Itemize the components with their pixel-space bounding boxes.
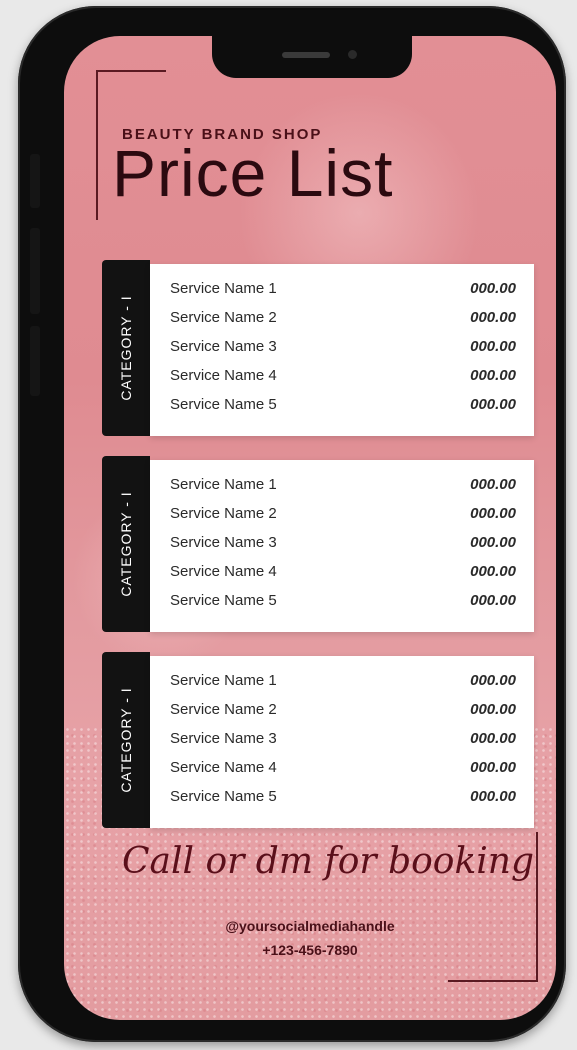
service-price: 000.00: [470, 563, 516, 580]
service-row: Service Name 1 000.00: [170, 672, 516, 698]
service-name: Service Name 3: [170, 730, 277, 747]
service-price: 000.00: [470, 280, 516, 297]
service-row: Service Name 5 000.00: [170, 396, 516, 422]
service-name: Service Name 5: [170, 396, 277, 413]
service-price: 000.00: [470, 701, 516, 718]
service-row: Service Name 3 000.00: [170, 730, 516, 756]
service-price: 000.00: [470, 730, 516, 747]
service-card: Service Name 1 000.00 Service Name 2 000…: [150, 460, 534, 632]
service-price: 000.00: [470, 534, 516, 551]
booking-call-to-action: Call or dm for booking: [122, 841, 535, 882]
page-title: Price List: [112, 136, 394, 210]
service-price: 000.00: [470, 476, 516, 493]
service-name: Service Name 4: [170, 367, 277, 384]
service-row: Service Name 4 000.00: [170, 367, 516, 393]
frame-line-top-left: [96, 70, 166, 72]
service-price: 000.00: [470, 759, 516, 776]
service-row: Service Name 3 000.00: [170, 534, 516, 560]
service-row: Service Name 1 000.00: [170, 280, 516, 306]
frame-line-bottom-right: [448, 980, 538, 982]
service-name: Service Name 2: [170, 701, 277, 718]
category-tab: CATEGORY - I: [102, 456, 150, 632]
service-name: Service Name 5: [170, 788, 277, 805]
service-name: Service Name 4: [170, 563, 277, 580]
phone-number[interactable]: +123-456-7890: [64, 942, 556, 958]
service-name: Service Name 1: [170, 672, 277, 689]
service-row: Service Name 4 000.00: [170, 563, 516, 589]
phone-frame: BEAUTY BRAND SHOP Price List CATEGORY - …: [18, 6, 566, 1042]
category-block-2: CATEGORY - I Service Name 1 000.00 Servi…: [102, 456, 534, 632]
service-name: Service Name 2: [170, 309, 277, 326]
phone-screen: BEAUTY BRAND SHOP Price List CATEGORY - …: [64, 36, 556, 1020]
service-row: Service Name 2 000.00: [170, 309, 516, 335]
category-label: CATEGORY - I: [118, 295, 134, 401]
service-price: 000.00: [470, 367, 516, 384]
service-row: Service Name 3 000.00: [170, 338, 516, 364]
frame-line-top-left-vertical: [96, 70, 98, 220]
service-card: Service Name 1 000.00 Service Name 2 000…: [150, 656, 534, 828]
service-name: Service Name 1: [170, 476, 277, 493]
service-row: Service Name 4 000.00: [170, 759, 516, 785]
volume-down-button: [30, 326, 40, 396]
volume-up-button: [30, 228, 40, 314]
service-row: Service Name 2 000.00: [170, 505, 516, 531]
service-name: Service Name 5: [170, 592, 277, 609]
category-block-1: CATEGORY - I Service Name 1 000.00 Servi…: [102, 260, 534, 436]
service-card: Service Name 1 000.00 Service Name 2 000…: [150, 264, 534, 436]
service-price: 000.00: [470, 338, 516, 355]
speaker-icon: [282, 52, 330, 58]
service-name: Service Name 4: [170, 759, 277, 776]
category-block-3: CATEGORY - I Service Name 1 000.00 Servi…: [102, 652, 534, 828]
service-price: 000.00: [470, 396, 516, 413]
silent-switch: [30, 154, 40, 208]
category-tab: CATEGORY - I: [102, 260, 150, 436]
service-name: Service Name 3: [170, 338, 277, 355]
service-row: Service Name 5 000.00: [170, 788, 516, 814]
social-handle[interactable]: @yoursocialmediahandle: [64, 918, 556, 934]
service-price: 000.00: [470, 309, 516, 326]
category-tab: CATEGORY - I: [102, 652, 150, 828]
service-name: Service Name 2: [170, 505, 277, 522]
service-name: Service Name 3: [170, 534, 277, 551]
service-row: Service Name 5 000.00: [170, 592, 516, 618]
service-name: Service Name 1: [170, 280, 277, 297]
service-row: Service Name 1 000.00: [170, 476, 516, 502]
notch: [212, 36, 412, 78]
service-price: 000.00: [470, 592, 516, 609]
category-label: CATEGORY - I: [118, 687, 134, 793]
service-row: Service Name 2 000.00: [170, 701, 516, 727]
camera-icon: [348, 50, 357, 59]
service-price: 000.00: [470, 505, 516, 522]
frame-line-bottom-right-vertical: [536, 832, 538, 982]
service-price: 000.00: [470, 672, 516, 689]
category-label: CATEGORY - I: [118, 491, 134, 597]
service-price: 000.00: [470, 788, 516, 805]
